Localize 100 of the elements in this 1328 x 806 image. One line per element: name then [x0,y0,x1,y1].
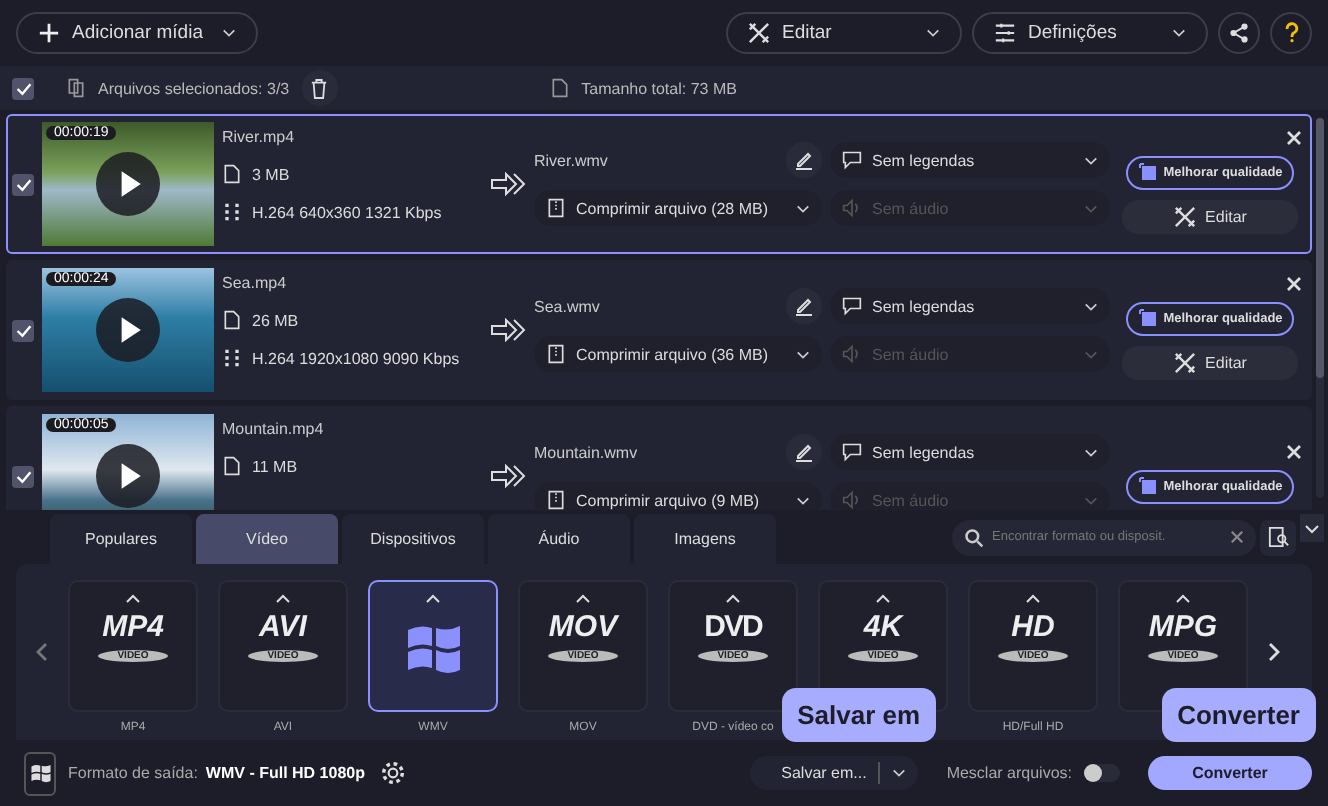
zip-file-icon [546,344,566,364]
output-format-value: WMV - Full HD 1080p [205,764,365,782]
output-format-icon [24,751,56,795]
file-checkbox[interactable] [12,173,34,195]
add-media-button[interactable]: Adicionar mídia [16,12,258,54]
square-icon [1137,308,1158,328]
chevron-down-icon [1084,301,1098,311]
files-icon [66,78,86,98]
file-size: 3 MB [252,165,290,183]
format-tab[interactable]: Dispositivos [342,514,484,564]
chevron-down-icon [796,349,810,359]
document-icon [222,310,242,330]
compress-dropdown[interactable]: Comprimir arquivo (36 MB) [534,336,822,372]
convert-arrow-icon [490,464,526,488]
output-file-name: Sea.wmv [534,297,600,315]
merge-files-label: Mesclar arquivos: [946,764,1072,782]
close-button[interactable] [1286,129,1302,145]
chevron-left-icon[interactable] [36,642,48,662]
save-to-button[interactable]: Salvar em... [749,756,919,790]
chevron-down-icon [926,28,940,38]
chevron-down-icon [1084,203,1098,213]
close-icon [1286,129,1302,145]
film-icon [222,348,242,368]
speaker-icon [842,198,862,218]
chevron-up-icon [274,594,292,604]
merge-toggle[interactable] [1084,764,1120,782]
film-icon [222,202,242,222]
settings-button[interactable] [376,757,409,789]
format-tab[interactable]: Populares [50,514,192,564]
chevron-up-icon [1024,594,1042,604]
delete-button[interactable] [301,70,338,106]
edit-button[interactable]: Editar [1122,199,1298,233]
close-icon [1286,443,1302,459]
chevron-right-icon[interactable] [1268,642,1280,662]
chevron-down-icon [1084,447,1098,457]
chevron-down-icon [1084,495,1098,505]
square-icon [1137,476,1158,496]
format-tab[interactable]: Vídeo [196,514,338,564]
play-icon[interactable] [96,152,160,216]
rename-button[interactable] [786,288,822,324]
gear-icon [379,760,406,786]
subtitles-dropdown[interactable]: Sem legendas [830,434,1110,470]
compress-dropdown[interactable]: Comprimir arquivo (9 MB) [534,482,822,510]
close-icon [1286,275,1302,291]
file-name: Sea.mp4 [222,274,289,292]
file-name: River.mp4 [222,128,297,146]
play-icon[interactable] [96,444,160,508]
chevron-down-icon [1084,155,1098,165]
edit-menu-button[interactable]: Editar [726,12,962,54]
format-card[interactable] [368,580,498,712]
file-checkbox[interactable] [12,465,34,487]
share-button[interactable] [1218,12,1260,54]
output-file-name: River.wmv [534,151,608,169]
chevron-down-icon [892,768,907,778]
total-size: Tamanho total: 73 MB [581,79,737,97]
trash-icon [310,77,329,99]
sliders-icon [994,22,1016,44]
device-search-button[interactable] [1260,519,1296,555]
tooltip: Converter [1161,688,1316,742]
convert-arrow-icon [490,172,526,196]
format-tab[interactable]: Imagens [634,514,776,564]
speech-bubble-icon [842,442,862,462]
format-tab[interactable]: Áudio [488,514,630,564]
file-size: 11 MB [252,457,298,475]
plus-icon [38,22,60,44]
pencil-icon [794,296,814,316]
video-codec-info: H.264 1920x1080 9090 Kbps [252,349,460,367]
zip-file-icon [546,490,566,510]
select-all-checkbox[interactable] [12,77,34,99]
settings-menu-button[interactable]: Definições [972,12,1208,54]
file-name: Mountain.mp4 [222,420,326,438]
help-button[interactable] [1270,12,1312,54]
convert-button[interactable]: Converter [1148,756,1312,790]
rename-button[interactable] [786,434,822,470]
edit-button[interactable]: Editar [1122,345,1298,379]
tools-icon [1173,351,1196,373]
square-icon [1137,162,1158,182]
chevron-down-icon [796,203,810,213]
play-icon[interactable] [96,298,160,362]
chevron-up-icon [1174,594,1192,604]
close-button[interactable] [1286,443,1302,459]
compress-dropdown[interactable]: Comprimir arquivo (28 MB) [534,190,822,226]
clear-icon[interactable] [1230,530,1244,544]
chevron-down-icon [796,495,810,505]
close-button[interactable] [1286,275,1302,291]
convert-arrow-icon [490,318,526,342]
device-search-icon [1267,526,1289,548]
chevron-down-icon [1304,523,1320,533]
speech-bubble-icon [842,150,862,170]
collapse-button[interactable] [1300,514,1324,542]
subtitles-dropdown[interactable]: Sem legendas [830,288,1110,324]
rename-button[interactable] [786,142,822,178]
file-checkbox[interactable] [12,319,34,341]
subtitles-dropdown[interactable]: Sem legendas [830,142,1110,178]
share-icon [1228,22,1250,44]
chevron-up-icon [424,594,442,604]
chevron-up-icon [574,594,592,604]
document-icon [222,456,242,476]
output-file-name: Mountain.wmv [534,443,638,461]
chevron-down-icon [222,28,236,38]
